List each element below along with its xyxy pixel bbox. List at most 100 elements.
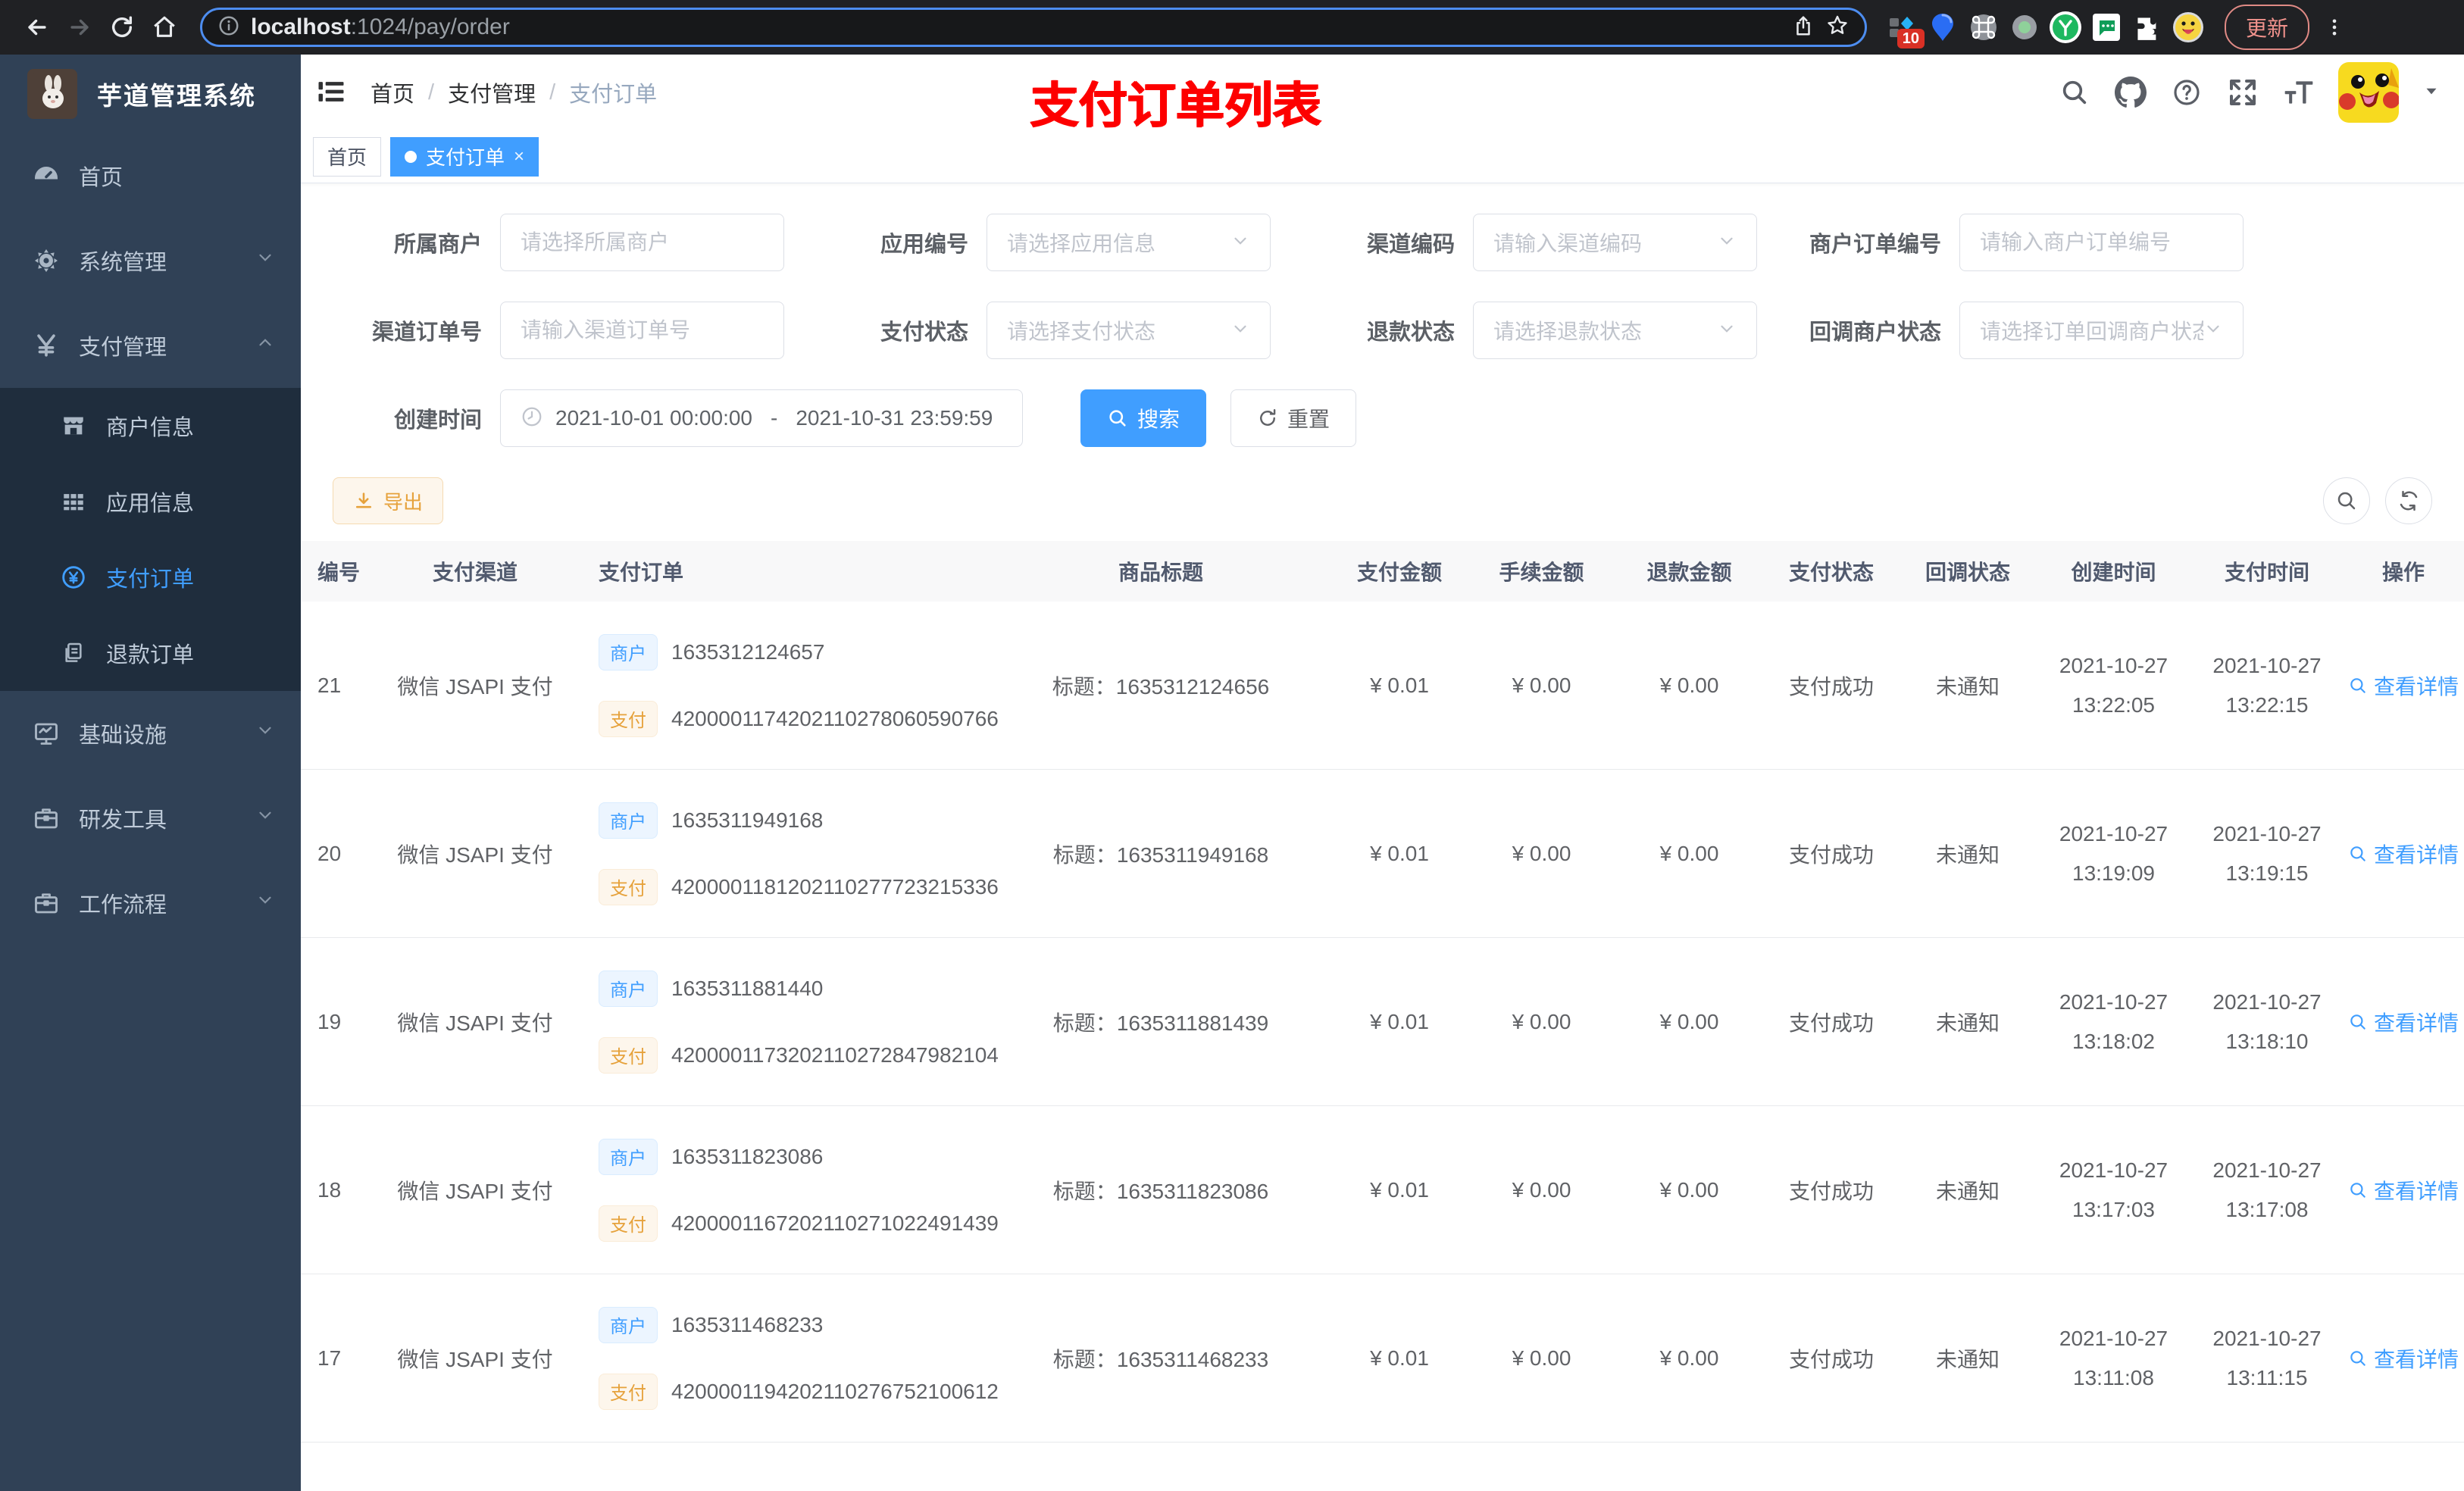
font-size-icon[interactable] [2282,76,2315,109]
date-range-picker[interactable]: 2021-10-01 00:00:00 - 2021-10-31 23:59:5… [500,389,1023,447]
filter-label: 退款状态 [1366,320,1455,345]
extension-command-icon[interactable] [1967,11,2000,44]
filter-label: 渠道订单号 [371,320,482,345]
extension-badge: 10 [1896,29,1925,48]
breadcrumb-home[interactable]: 首页 [371,77,414,108]
sidebar-item-label: 退款订单 [106,643,195,667]
chevron-up-icon [255,333,275,358]
chevron-down-icon [1717,319,1737,342]
shop-icon [59,411,88,440]
chevron-down-icon [255,890,275,916]
reload-icon[interactable] [105,10,139,45]
view-detail-link[interactable]: 查看详情 [2348,1343,2459,1374]
filter-label: 渠道编码 [1366,233,1455,257]
view-detail-link[interactable]: 查看详情 [2348,670,2459,701]
header-search-icon[interactable] [2058,76,2091,109]
breadcrumb-pay[interactable]: 支付管理 [448,77,536,108]
browser-update-button[interactable]: 更新 [2225,5,2310,50]
sidebar-item-label: 基础设施 [79,724,167,748]
channel-order-no-field[interactable] [521,318,764,342]
pay-status: 支付成功 [1788,1179,1874,1203]
back-icon[interactable] [20,10,55,45]
dashboard-icon [32,161,61,190]
sidebar-item-infra[interactable]: 基础设施 [0,691,301,776]
sidebar-item-merchant-info[interactable]: 商户信息 [0,388,301,464]
search-button[interactable]: 搜索 [1080,389,1207,447]
extension-record-icon[interactable] [2008,11,2041,44]
app-title: 芋道管理系统 [97,82,256,110]
merchant-order-no-field[interactable] [1980,230,2223,255]
view-detail-link[interactable]: 查看详情 [2348,839,2459,869]
sidebar-item-workflow[interactable]: 工作流程 [0,861,301,946]
extension-puzzle-icon[interactable] [2131,11,2164,44]
pay-status-select[interactable]: 请选择支付状态 [987,302,1271,359]
tag-pay-order[interactable]: 支付订单 × [390,136,539,177]
refresh-button[interactable] [2385,477,2432,524]
export-button[interactable]: 导出 [333,477,444,524]
merchant-order-no-input[interactable] [1959,214,2244,271]
home-icon[interactable] [147,10,182,45]
share-icon[interactable] [1792,14,1815,41]
app-logo[interactable]: 芋道管理系统 [0,55,301,133]
view-detail-link[interactable]: 查看详情 [2348,1007,2459,1037]
extension-balloon-icon[interactable] [1926,11,1959,44]
sidebar-item-refund-order[interactable]: 退款订单 [0,615,301,691]
refund-status-select[interactable]: 请选择退款状态 [1473,302,1757,359]
collapse-menu-icon[interactable] [314,75,349,110]
avatar-caret-icon[interactable] [2422,81,2441,105]
toggle-search-button[interactable] [2323,477,2370,524]
sidebar-item-pay[interactable]: 支付管理 [0,303,301,388]
merchant-tag: 商户 [599,802,658,839]
filter-refund-status: 退款状态 请选择退款状态 [1304,302,1757,359]
reset-button[interactable]: 重置 [1230,389,1357,447]
github-icon[interactable] [2114,76,2147,109]
filter-merchant-order-no: 商户订单编号 [1790,214,2244,271]
help-icon[interactable] [2170,76,2203,109]
merchant-input[interactable] [500,214,784,271]
notify-status: 未通知 [1935,1179,2000,1203]
breadcrumb-separator: / [549,80,556,105]
monitor-chart-icon [32,719,61,748]
tag-home[interactable]: 首页 [313,136,382,177]
chevron-down-icon [1717,231,1737,255]
url-text[interactable]: localhost:1024/pay/order [251,14,1781,40]
chevron-down-icon [1230,231,1250,255]
sidebar-item-home[interactable]: 首页 [0,133,301,218]
extension-y-icon[interactable] [2049,11,2082,44]
channel-order-no-input[interactable] [500,302,784,359]
fullscreen-icon[interactable] [2226,76,2259,109]
address-bar[interactable]: localhost:1024/pay/order [200,8,1867,47]
pay-order-no: 4200001194202110276752100612 [671,1379,999,1403]
extension-tag-manager-icon[interactable]: 10 [1885,11,1925,48]
breadcrumb: 首页 / 支付管理 / 支付订单 [371,77,657,108]
sidebar-item-devtool[interactable]: 研发工具 [0,776,301,861]
bookmark-star-icon[interactable] [1825,14,1850,42]
chevron-down-icon [1230,319,1250,342]
user-avatar[interactable] [2338,62,2399,123]
filter-row-1: 所属商户 应用编号 请选择应用信息 渠道编码 请输入渠道编码 [301,214,2464,271]
filter-label: 回调商户状态 [1809,320,1941,345]
col-notify-status: 回调状态 [1925,561,2010,584]
merchant-input-field[interactable] [521,230,764,255]
site-info-icon[interactable] [217,14,240,41]
tag-close-icon[interactable]: × [514,147,524,166]
sidebar-item-system[interactable]: 系统管理 [0,218,301,303]
extension-chat-icon[interactable] [2090,11,2123,44]
merchant-order-no: 1635311823086 [671,1144,824,1168]
app-id-select[interactable]: 请选择应用信息 [987,214,1271,271]
sidebar-item-app-info[interactable]: 应用信息 [0,464,301,539]
sidebar: 芋道管理系统 首页 系统管理 支付管理 商户信息 应用信息 支付订单 退款订单 … [0,55,301,1491]
notify-status-select[interactable]: 请选择订单回调商户状态 [1959,302,2244,359]
view-detail-link[interactable]: 查看详情 [2348,1175,2459,1205]
sidebar-item-pay-order[interactable]: 支付订单 [0,539,301,615]
date-start[interactable]: 2021-10-01 00:00:00 [555,406,752,430]
table-header-row: 编号 支付渠道 支付订单 商品标题 支付金额 手续金额 退款金额 支付状态 回调… [301,541,2464,602]
extension-emoji-icon[interactable] [2172,11,2205,44]
browser-menu-icon[interactable] [2317,10,2352,45]
channel-code-select[interactable]: 请输入渠道编码 [1473,214,1757,271]
sidebar-item-label: 应用信息 [106,492,195,516]
date-end[interactable]: 2021-10-31 23:59:59 [796,406,993,430]
table-row: 18 微信 JSAPI 支付 商户 1635311823086 支付 4200001… [301,1106,2464,1274]
merchant-order-no: 1635311468233 [671,1312,824,1336]
forward-icon[interactable] [62,10,97,45]
